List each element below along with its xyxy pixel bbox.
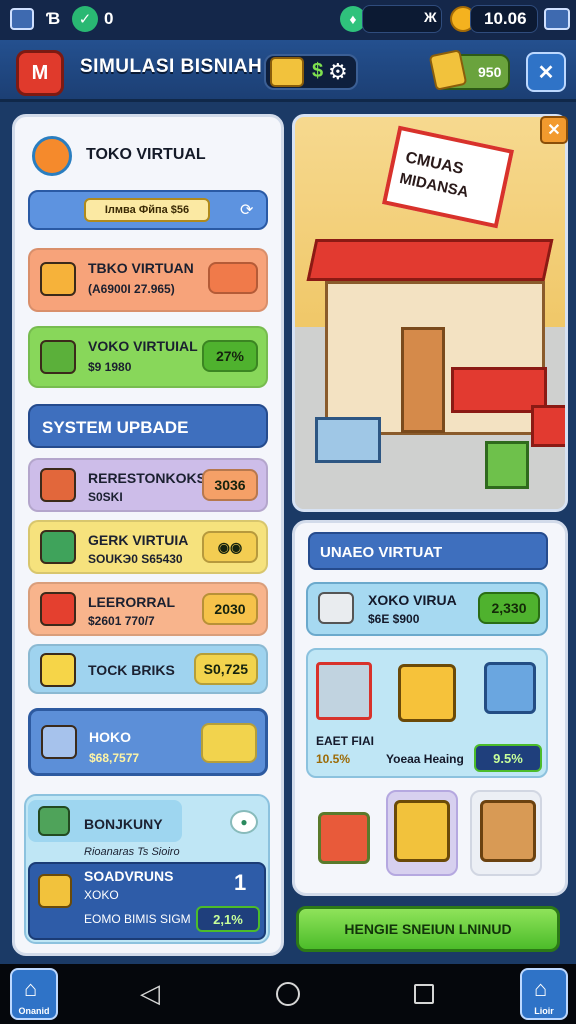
bonus-inner-count: 1 xyxy=(234,870,247,895)
inventory-item-title: XOKO VIRUA xyxy=(368,592,457,608)
app-title: SIMULASI BISNIAH xyxy=(80,56,263,77)
home-icon: ⌂ xyxy=(24,976,38,1001)
row-title: LEERORRAL xyxy=(88,594,176,610)
machine-icon xyxy=(41,725,77,759)
coin-value: 10.06 xyxy=(484,9,527,28)
stat-mid-label: Yoeaa Heaing xyxy=(386,752,464,766)
row-tag: 3036 xyxy=(202,469,258,501)
register-icon xyxy=(318,592,354,624)
cart-icon xyxy=(485,441,529,489)
row-sub: $9 1980 xyxy=(88,360,132,374)
stat-left-value: 10.5% xyxy=(316,752,351,766)
row-title: GERK VIRTUIA xyxy=(88,532,189,548)
basket-icon xyxy=(318,812,370,864)
gift-box-icon xyxy=(398,664,456,722)
search-chip: Ілмва Фйпа $56 xyxy=(84,198,210,222)
row-title: TOCK BRIKS xyxy=(88,662,175,678)
bricks-icon xyxy=(40,653,76,687)
ticket-label: $ xyxy=(312,60,324,82)
shop-icon: ⌂ xyxy=(534,976,548,1001)
eyes-icon[interactable]: ◉◉ xyxy=(202,531,258,563)
parcel-icon xyxy=(480,800,536,862)
upgrade-row[interactable]: TOCK BRIKS S0,725 xyxy=(28,644,268,694)
row-sub: S0SKI xyxy=(88,490,123,504)
upgrade-row[interactable]: RERESTONKOKS S0SKI 3036 xyxy=(28,458,268,512)
row-title: RERESTONKOKS xyxy=(88,470,206,486)
shop-door xyxy=(401,327,445,433)
shop-button[interactable]: ⌂ Lioir xyxy=(520,968,568,1020)
crate-icon[interactable] xyxy=(208,262,258,294)
refresh-icon[interactable]: ⟳ xyxy=(240,200,253,220)
back-icon[interactable]: ◁ xyxy=(140,978,160,1009)
crate-icon xyxy=(484,662,536,714)
row-sub: SOUKЭ0 S65430 xyxy=(88,552,183,566)
bonus-title: BONJKUNY xyxy=(84,816,163,832)
cash-stack-icon xyxy=(40,340,76,374)
shop-awning xyxy=(306,239,554,281)
home-circle-icon[interactable] xyxy=(276,982,300,1006)
row-title: TBKO VIRTUAN xyxy=(88,260,194,276)
row-tag: S0,725 xyxy=(193,653,258,685)
shopping-cart-icon xyxy=(316,662,372,720)
status-code: Ж xyxy=(424,9,437,25)
recents-icon[interactable] xyxy=(414,984,434,1004)
device-icon[interactable] xyxy=(201,723,257,763)
gear-icon[interactable]: ⚙ xyxy=(328,59,348,85)
row-tag: 2030 xyxy=(202,593,258,625)
row-tag: 27% xyxy=(202,340,258,372)
shop-scene: CMUAS MIDANSA xyxy=(292,114,568,512)
shield-check-icon: ✓ xyxy=(72,6,98,32)
home-button[interactable]: ⌂ Onanid xyxy=(10,968,58,1020)
treasure-icon xyxy=(38,874,72,908)
window-icon[interactable] xyxy=(544,8,570,30)
inventory-item-tag: 2,330 xyxy=(478,592,540,624)
stat-right-value: 9.5% xyxy=(474,744,542,772)
store-title: TOKO VIRTUAL xyxy=(86,146,206,163)
boxes-icon xyxy=(394,800,450,862)
stat-left-label: EAET FIAI xyxy=(316,734,375,748)
bonus-inner-sub: XOKO xyxy=(84,888,119,902)
cash-register-icon xyxy=(40,530,76,564)
store-mascot-icon xyxy=(32,136,72,176)
row-sub: $2601 770/7 xyxy=(88,614,155,628)
bonus-sub: Rioanaras Ts Sioiro xyxy=(84,846,180,858)
status-left-count: 0 xyxy=(104,9,114,28)
money-jar-icon xyxy=(38,806,70,836)
bonus-inner-tag: 2,1% xyxy=(196,906,260,932)
shop-label: Lioir xyxy=(534,1006,554,1016)
row-sub: (A6900I 27.965) xyxy=(88,282,175,296)
bonus-inner-line: EOMO BIMIS SIGM xyxy=(84,912,191,926)
cash-value: 950 xyxy=(478,64,502,80)
store-item-row[interactable]: VOKO VIRTUIAL $9 1980 27% xyxy=(28,326,268,388)
store-item-row[interactable]: TBKO VIRTUAN (A6900I 27.965) xyxy=(28,248,268,312)
inventory-title: UNAEO VIRTUAT xyxy=(308,532,548,570)
close-button[interactable]: ✕ xyxy=(526,52,566,92)
cash-register-icon xyxy=(315,417,381,463)
gift-icon xyxy=(40,592,76,626)
inventory-item-sub: $6E $900 xyxy=(368,612,420,626)
section-header: SYSTEM UPBADE xyxy=(28,404,268,448)
scene-close-button[interactable]: ✕ xyxy=(540,116,568,144)
row-title: HOKO xyxy=(89,729,131,745)
row-title: VOKO VIRTUIAL xyxy=(88,338,198,354)
ticket-icon xyxy=(270,57,304,87)
crate-icon xyxy=(531,405,565,447)
info-icon[interactable]: ● xyxy=(230,810,258,834)
status-left-count-prefix: Ɓ xyxy=(46,9,61,28)
upgrade-row[interactable]: GERK VIRTUIA SOUKЭ0 S65430 ◉◉ xyxy=(28,520,268,574)
toolbox-icon xyxy=(40,468,76,502)
row-sub: $68,7577 xyxy=(89,751,140,765)
bonus-inner-title: SOADVRUNS xyxy=(84,868,174,884)
upgrade-row[interactable]: HOKO $68,7577 xyxy=(28,708,268,776)
app-logo: M xyxy=(16,50,64,96)
home-label: Onanid xyxy=(18,1006,50,1016)
upgrade-row[interactable]: LEERORRAL $2601 770/7 2030 xyxy=(28,582,268,636)
start-button[interactable]: HENGIE SNEIUN LNINUD xyxy=(296,906,560,952)
gift-box-icon xyxy=(40,262,76,296)
screen-icon xyxy=(10,8,34,30)
